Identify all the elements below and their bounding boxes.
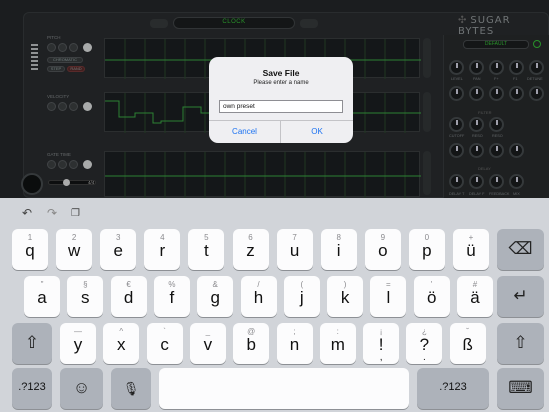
key-main-char: f bbox=[169, 288, 175, 307]
onscreen-keyboard: ↶ ↷ ❐ 1 q 2 w 3 e 4 r 5 t 6 z 7 u 8 i 9 o 0 p + ü ⌫ " a § s € d% f &… bbox=[0, 198, 549, 412]
key-main-char: d bbox=[123, 288, 134, 307]
key-row1-9[interactable]: 0p bbox=[408, 229, 445, 270]
key-row1-5[interactable]: 6z bbox=[232, 229, 269, 270]
key-main-char: k bbox=[340, 288, 350, 307]
key-main-char: n bbox=[289, 335, 300, 354]
numbers-key-label: .?123 bbox=[18, 381, 46, 393]
key-row2-9[interactable]: ' ö bbox=[413, 276, 450, 317]
key-main-char: ß bbox=[462, 335, 473, 354]
key-main-char: r bbox=[159, 241, 166, 260]
key-main-char: z bbox=[246, 241, 255, 260]
key-row1-6[interactable]: 7u bbox=[276, 229, 313, 270]
key-main-char: x bbox=[117, 335, 126, 354]
key-row1-1[interactable]: 2w bbox=[56, 229, 93, 270]
key-row2-4[interactable]: & g bbox=[197, 276, 234, 317]
numbers-key-right[interactable]: .?123 bbox=[417, 368, 489, 409]
shift-icon: ⇧ bbox=[513, 333, 528, 352]
key-main-char: m bbox=[330, 335, 345, 354]
emoji-key[interactable]: ☺ bbox=[60, 368, 103, 409]
space-bar[interactable] bbox=[159, 368, 409, 409]
key-row2-8[interactable]: = l bbox=[370, 276, 407, 317]
emoji-icon: ☺ bbox=[72, 378, 91, 397]
key-main-char: j bbox=[299, 288, 304, 307]
key-row2-10[interactable]: # ä bbox=[457, 276, 493, 317]
key-row3-9[interactable]: ˘ ß bbox=[449, 323, 486, 364]
ok-button[interactable]: OK bbox=[281, 121, 353, 143]
cancel-button[interactable]: Cancel bbox=[209, 121, 281, 143]
key-row3-7[interactable]: ¡!, bbox=[363, 323, 400, 364]
numbers-key-label: .?123 bbox=[439, 381, 467, 393]
key-main-char: g bbox=[210, 288, 220, 307]
key-main-char: q bbox=[25, 241, 35, 260]
key-main-char: o bbox=[378, 241, 388, 260]
key-row2-6[interactable]: (j bbox=[283, 276, 320, 317]
keyboard-icon: ⌨ bbox=[508, 378, 533, 397]
key-row1-4[interactable]: 5t bbox=[188, 229, 225, 270]
dialog-message: Please enter a name bbox=[253, 80, 309, 86]
key-row1-10[interactable]: + ü bbox=[453, 229, 489, 270]
key-row3-3[interactable]: _ v bbox=[189, 323, 226, 364]
key-main-char: v bbox=[203, 335, 213, 354]
return-key[interactable]: ↵ bbox=[497, 276, 544, 317]
key-row3-0[interactable]: — y bbox=[60, 323, 96, 364]
app-screen: CLOCK ✣ SUGAR BYTES PITCH CHROMATIC STEP … bbox=[0, 0, 549, 412]
key-row2-7[interactable]: ) k bbox=[327, 276, 364, 317]
undo-icon[interactable]: ↶ bbox=[22, 206, 32, 220]
key-row3-8[interactable]: ¿?. bbox=[406, 323, 443, 364]
hide-keyboard-key[interactable]: ⌨ bbox=[497, 368, 544, 409]
key-row2-2[interactable]: € d bbox=[110, 276, 147, 317]
key-main-char: s bbox=[81, 288, 90, 307]
shift-key-left[interactable]: ⇧ bbox=[12, 323, 52, 364]
dictation-key[interactable]: 🎙 bbox=[111, 368, 151, 409]
save-file-dialog: Save File Please enter a name Cancel OK bbox=[209, 57, 353, 143]
key-main-char: t bbox=[204, 241, 209, 260]
key-main-char: e bbox=[113, 241, 123, 260]
dialog-button-row: Cancel OK bbox=[209, 120, 353, 143]
numbers-key-left[interactable]: .?123 bbox=[12, 368, 52, 409]
redo-icon[interactable]: ↷ bbox=[47, 206, 57, 220]
dialog-title: Save File bbox=[262, 68, 300, 78]
key-row2-0[interactable]: " a bbox=[24, 276, 60, 317]
key-row1-7[interactable]: 8i bbox=[320, 229, 357, 270]
key-low-punct: . bbox=[423, 352, 426, 363]
key-main-char: l bbox=[386, 288, 391, 307]
key-main-char: ä bbox=[470, 288, 480, 307]
paste-icon[interactable]: ❐ bbox=[71, 208, 80, 219]
shift-icon: ⇧ bbox=[24, 333, 40, 352]
key-row3-5[interactable]: ; n bbox=[276, 323, 313, 364]
microphone-icon: 🎙 bbox=[122, 381, 140, 396]
key-row3-1[interactable]: ^ x bbox=[103, 323, 140, 364]
key-main-char: ü bbox=[466, 241, 476, 260]
shift-key-right[interactable]: ⇧ bbox=[497, 323, 544, 364]
key-main-char: i bbox=[336, 241, 341, 260]
key-row3-4[interactable]: @ b bbox=[233, 323, 270, 364]
key-main-char: ö bbox=[426, 288, 437, 307]
key-main-char: a bbox=[37, 288, 47, 307]
key-main-char: h bbox=[253, 288, 264, 307]
key-main-char: y bbox=[73, 335, 83, 354]
key-row1-8[interactable]: 9o bbox=[364, 229, 401, 270]
key-row2-1[interactable]: § s bbox=[67, 276, 104, 317]
key-main-char: w bbox=[67, 241, 81, 260]
key-main-char: p bbox=[422, 241, 432, 260]
key-main-char: c bbox=[160, 335, 169, 354]
key-row1-2[interactable]: 3e bbox=[100, 229, 137, 270]
key-row2-3[interactable]: % f bbox=[153, 276, 190, 317]
key-main-char: u bbox=[289, 241, 300, 260]
key-row3-2[interactable]: ` c bbox=[146, 323, 183, 364]
file-name-input[interactable] bbox=[219, 100, 343, 113]
key-main-char: b bbox=[246, 335, 256, 354]
key-row2-5[interactable]: / h bbox=[240, 276, 277, 317]
return-icon: ↵ bbox=[513, 286, 528, 305]
key-low-punct: , bbox=[379, 352, 383, 363]
backspace-key[interactable]: ⌫ bbox=[497, 229, 544, 270]
key-row1-0[interactable]: 1q bbox=[12, 229, 48, 270]
key-row1-3[interactable]: 4r bbox=[144, 229, 181, 270]
backspace-icon: ⌫ bbox=[508, 239, 533, 258]
key-row3-6[interactable]: :m bbox=[319, 323, 356, 364]
